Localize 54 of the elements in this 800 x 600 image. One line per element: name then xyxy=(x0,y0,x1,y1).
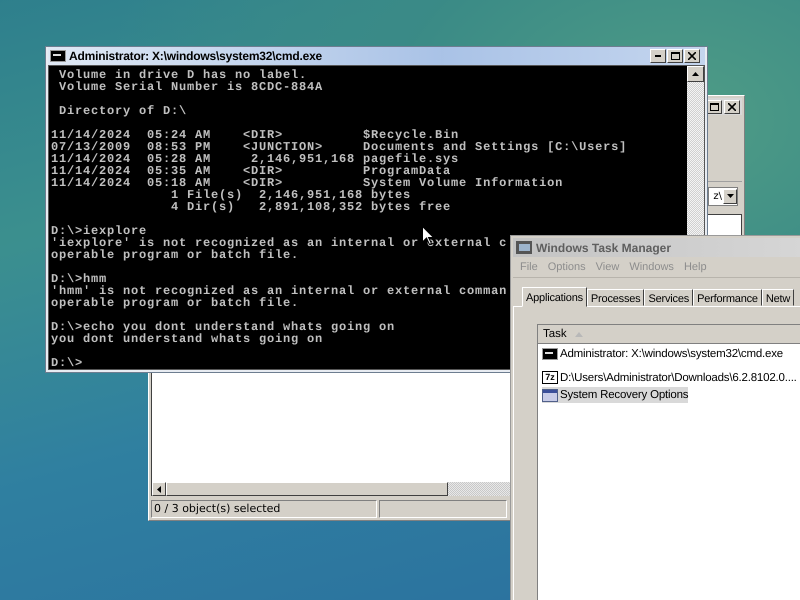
window-icon xyxy=(542,388,558,402)
console-line: 07/13/2009 08:53 PM <JUNCTION> Documents and Settings [C:\Users] xyxy=(51,141,628,153)
scroll-left-button[interactable] xyxy=(152,482,166,496)
close-button[interactable] xyxy=(724,100,740,114)
tab[interactable]: Services xyxy=(644,289,694,306)
task-item[interactable]: System Recovery Options xyxy=(542,387,688,403)
console-line: 11/14/2024 05:24 AM <DIR> $Recycle.Bin xyxy=(51,129,460,141)
console-line: D:\>echo you dont understand whats going on xyxy=(51,321,396,333)
console-line: 4 Dir(s) 2,891,108,352 bytes free xyxy=(170,201,452,213)
console-line: Volume Serial Number is 8CDC-884A xyxy=(58,81,324,93)
window-title: Windows Task Manager xyxy=(536,240,672,254)
scroll-thumb[interactable] xyxy=(166,482,448,496)
dropdown-button[interactable] xyxy=(723,188,737,204)
maximize-icon xyxy=(670,52,680,60)
console-line: 11/14/2024 05:28 AM 2,146,951,168 pagefile.sys xyxy=(51,153,460,165)
maximize-icon xyxy=(710,102,718,110)
console-line: Directory of D:\ xyxy=(58,105,188,117)
caret-icon xyxy=(726,194,734,198)
console-line: 11/14/2024 05:35 AM <DIR> ProgramData xyxy=(51,165,452,177)
close-icon xyxy=(728,102,736,110)
console-line: operable program or batch file. xyxy=(51,297,300,309)
console-line: D:\>iexplore xyxy=(51,225,148,237)
console-icon xyxy=(542,348,558,360)
up-arrow-icon xyxy=(692,72,699,76)
console-line: you dont understand whats going on xyxy=(51,333,324,345)
task-item[interactable]: Administrator: X:\windows\system32\cmd.exe xyxy=(542,346,783,362)
console-icon xyxy=(50,50,66,62)
console-line: 'iexplore' is not recognized as an internal or external c xyxy=(51,237,508,249)
status-text: 0 / 3 object(s) selected xyxy=(151,500,377,518)
tab[interactable]: Netw xyxy=(762,289,794,306)
console-line: 'hmm' is not recognized as an internal or external comman xyxy=(51,285,508,297)
minimize-button[interactable] xyxy=(650,49,666,63)
console-line: D:\> xyxy=(51,357,84,369)
scroll-up-button[interactable] xyxy=(687,66,704,82)
window-title: Administrator: X:\windows\system32\cmd.exe xyxy=(69,49,324,63)
left-arrow-icon xyxy=(157,486,161,492)
tab[interactable]: Performance xyxy=(693,289,762,306)
tab[interactable]: Processes xyxy=(586,289,644,306)
address-field[interactable]: z\ xyxy=(708,186,738,206)
console-line: Volume in drive D has no label. xyxy=(58,69,308,81)
console-line: D:\>hmm xyxy=(51,273,108,285)
close-icon xyxy=(688,52,696,60)
monitor-icon xyxy=(516,241,532,254)
maximize-button[interactable] xyxy=(667,49,683,63)
minimize-icon xyxy=(655,55,661,57)
close-button[interactable] xyxy=(684,49,700,63)
console-line: 11/14/2024 05:18 AM <DIR> System Volume Information xyxy=(51,177,564,189)
task-item[interactable]: 7z D:\Users\Administrator\Downloads\6.2.8102.0.... xyxy=(542,370,797,386)
column-header[interactable]: Task xyxy=(538,325,800,344)
console-line: 1 File(s) 2,146,951,168 bytes xyxy=(170,189,412,201)
sort-arrow-icon xyxy=(574,332,583,336)
console-line: operable program or batch file. xyxy=(51,249,300,261)
tab[interactable]: Applications xyxy=(522,287,587,307)
archive-icon: 7z xyxy=(542,371,558,384)
